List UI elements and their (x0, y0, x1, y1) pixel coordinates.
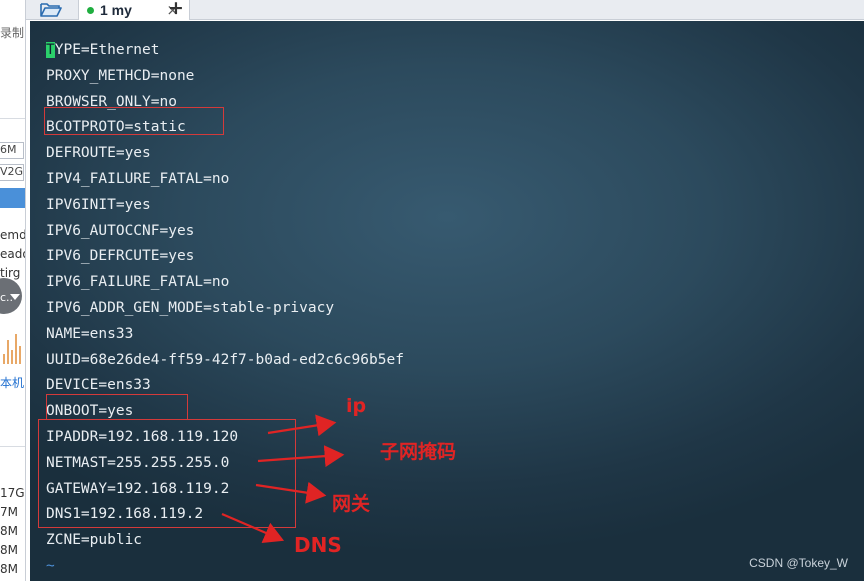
ip-arrow (267, 414, 337, 437)
terminal-pane[interactable]: TYPE=Ethernet PROXY_METHCD=none BROWSER_… (30, 21, 864, 581)
selected-row[interactable] (0, 188, 25, 208)
size-field: 6M (0, 142, 24, 159)
record-label: 录制 (0, 26, 25, 40)
list-item[interactable]: eado (0, 247, 25, 261)
subnet-mask-annotation: 子网掩码 (380, 441, 457, 463)
usage-chart-icon (2, 322, 24, 364)
this-pc-link[interactable]: 本机 (0, 374, 24, 391)
disk-size: 8M (0, 543, 18, 557)
folder-open-icon (40, 3, 62, 17)
disk-size: 7M (0, 505, 18, 519)
new-tab-button[interactable]: + (168, 0, 184, 19)
tab-label: 1 my (100, 2, 132, 18)
ip-annotation: ip (346, 395, 367, 417)
mask-arrow (257, 445, 345, 468)
disk-size: 17G (0, 486, 25, 500)
watermark: CSDN @Tokey_W (749, 556, 848, 570)
avatar-label: c.. (0, 291, 14, 304)
size-field: V2G (0, 164, 24, 181)
connection-status-icon (87, 6, 94, 14)
open-folder-button[interactable] (38, 0, 64, 20)
dns-annotation: DNS (294, 533, 342, 557)
list-item[interactable]: emd (0, 228, 25, 242)
dns-arrow (221, 512, 285, 544)
annotation-arrows (221, 414, 345, 544)
gateway-annotation: 网关 (332, 493, 371, 515)
gateway-arrow (255, 481, 327, 504)
background-window-strip: 录制 6M V2G emd eado tirg c.. 本机 17G 7M 8M… (0, 0, 26, 581)
disk-size: 8M (0, 562, 18, 576)
disk-size: 8M (0, 524, 18, 538)
session-tabbar: 1 my × + (26, 0, 864, 20)
